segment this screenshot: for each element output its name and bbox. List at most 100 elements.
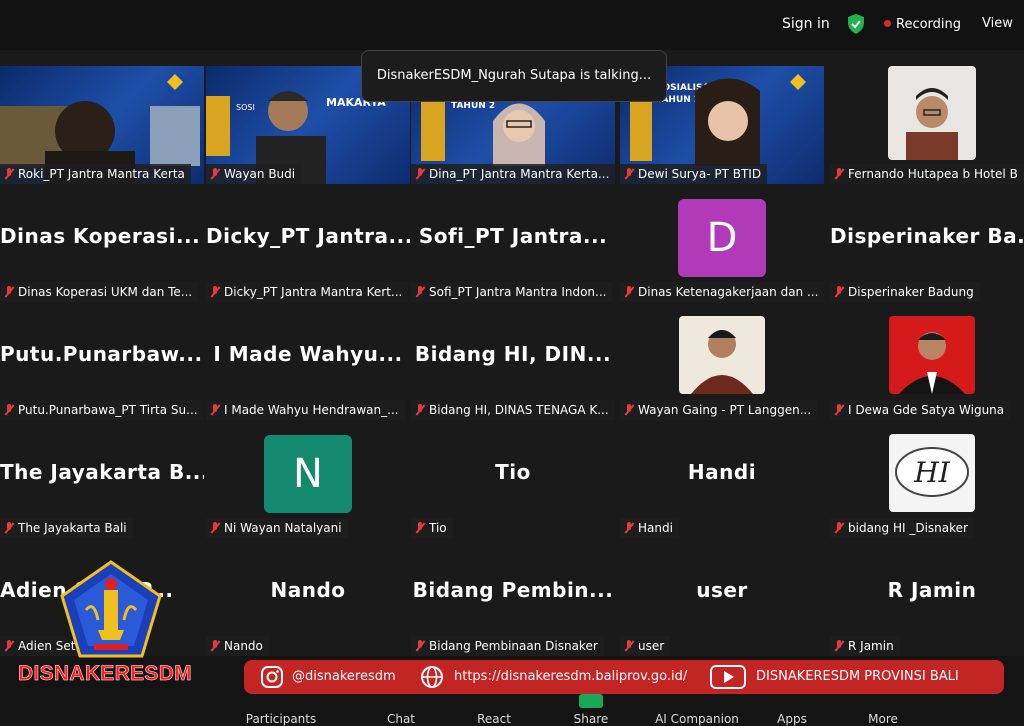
hi-logo-text: HI — [913, 456, 950, 489]
muted-mic-icon — [624, 404, 634, 415]
muted-mic-icon — [415, 404, 425, 415]
name-tag: user — [620, 636, 671, 656]
participant-photo — [889, 316, 975, 394]
participant-tile[interactable]: Wayan Gaing - PT Langgen... — [620, 302, 824, 420]
name-tag: Handi — [620, 518, 679, 538]
participant-tile[interactable]: The Jayakarta B... The Jayakarta Bali — [0, 420, 204, 538]
participant-tile[interactable]: HI bidang HI _Disnaker — [830, 420, 1024, 538]
apps-button[interactable]: Apps — [747, 712, 837, 726]
name-tag: Wayan Budi — [206, 164, 302, 184]
sign-in-button[interactable]: Sign in — [782, 16, 830, 32]
muted-mic-icon — [624, 286, 634, 297]
name-tag: Roki_PT Jantra Mantra Kerta — [0, 164, 191, 184]
participant-name-large: user — [696, 578, 748, 602]
participant-tile[interactable]: Bidang Pembin... Bidang Pembinaan Disnak… — [411, 538, 615, 656]
participant-name-large: Handi — [687, 460, 757, 484]
muted-mic-icon — [415, 286, 425, 297]
participant-name-large: Tio — [495, 460, 531, 484]
shield-check-icon[interactable] — [846, 13, 866, 35]
muted-mic-icon — [210, 404, 220, 415]
participant-tile[interactable]: Tio Tio — [411, 420, 615, 538]
muted-mic-icon — [624, 522, 634, 533]
participant-tile[interactable]: Nando Nando — [206, 538, 410, 656]
muted-mic-icon — [4, 640, 14, 651]
muted-mic-icon — [834, 286, 844, 297]
name-tag: Disperinaker Badung — [830, 282, 980, 302]
video-feed — [906, 88, 958, 160]
participant-tile[interactable]: Fernando Hutapea b Hotel B — [830, 66, 1024, 184]
participant-name-large: The Jayakarta B... — [0, 460, 204, 484]
logo-image: HI — [895, 447, 969, 497]
photo-image — [691, 330, 753, 394]
muted-mic-icon — [415, 168, 425, 179]
participant-tile[interactable]: Putu.Punarbaw... Putu.Punarbawa_PT Tirta… — [0, 302, 204, 420]
participant-photo: HI — [889, 434, 975, 512]
participant-tile[interactable]: Dicky_PT Jantra... Dicky_PT Jantra Mantr… — [206, 184, 410, 302]
chat-button[interactable]: Chat — [356, 712, 446, 726]
muted-mic-icon — [210, 286, 220, 297]
muted-mic-icon — [834, 522, 844, 533]
view-button[interactable]: View — [982, 16, 1013, 31]
svg-text:TAHUN 2: TAHUN 2 — [451, 101, 495, 111]
name-tag: Dewi Surya- PT BTID — [620, 164, 768, 184]
muted-mic-icon — [415, 522, 425, 533]
muted-mic-icon — [210, 522, 220, 533]
muted-mic-icon — [4, 168, 14, 179]
participant-tile[interactable]: user user — [620, 538, 824, 656]
instagram-handle: @disnakeresdm — [292, 669, 396, 684]
share-icon[interactable] — [579, 694, 603, 708]
muted-mic-icon — [4, 286, 14, 297]
react-button[interactable]: React — [449, 712, 539, 726]
name-tag: Bidang HI, DINAS TENAGA K... — [411, 400, 615, 420]
participant-tile[interactable]: I Made Wahyu... I Made Wahyu Hendrawan_.… — [206, 302, 410, 420]
name-tag: Putu.Punarbawa_PT Tirta Su... — [0, 400, 204, 420]
participant-tile[interactable]: I Dewa Gde Satya Wiguna — [830, 302, 1024, 420]
participant-tile[interactable]: Roki_PT Jantra Mantra Kerta — [0, 66, 204, 184]
youtube-channel: DISNAKERESDM PROVINSI BALI — [756, 669, 959, 684]
muted-mic-icon — [834, 640, 844, 651]
website-url: https://disnakeresdm.baliprov.go.id/ — [454, 669, 688, 684]
name-tag: Dinas Ketenagakerjaan dan ... — [620, 282, 824, 302]
muted-mic-icon — [624, 640, 634, 651]
more-button[interactable]: More — [838, 712, 928, 726]
muted-mic-icon — [624, 168, 634, 179]
top-bar: Sign in Recording View — [0, 0, 1024, 50]
share-button[interactable]: Share — [546, 712, 636, 726]
name-tag: Bidang Pembinaan Disnaker — [411, 636, 604, 656]
participant-name-large: Sofi_PT Jantra... — [418, 224, 608, 248]
participant-name-large: Disperinaker Ba... — [830, 224, 1024, 248]
participant-tile[interactable]: D Dinas Ketenagakerjaan dan ... — [620, 184, 824, 302]
participant-name-large: Bidang Pembin... — [412, 578, 614, 602]
participant-tile[interactable]: Bidang HI, DIN... Bidang HI, DINAS TENAG… — [411, 302, 615, 420]
participant-photo — [679, 316, 765, 394]
participants-button[interactable]: Participants — [236, 712, 326, 726]
participant-tile[interactable]: R Jamin R Jamin — [830, 538, 1024, 656]
ai-companion-button[interactable]: AI Companion — [652, 712, 742, 726]
name-tag: Ni Wayan Natalyani — [206, 518, 348, 538]
name-tag: bidang HI _Disnaker — [830, 518, 974, 538]
participant-tile[interactable]: Sofi_PT Jantra... Sofi_PT Jantra Mantra … — [411, 184, 615, 302]
participant-tile[interactable]: Dinas Koperasi... Dinas Koperasi UKM dan… — [0, 184, 204, 302]
globe-icon — [421, 666, 443, 688]
participant-tile[interactable]: Handi Handi — [620, 420, 824, 538]
active-speaker-notice: DisnakerESDM_Ngurah Sutapa is talking... — [361, 50, 667, 102]
avatar: D — [678, 199, 766, 277]
name-tag: Wayan Gaing - PT Langgen... — [620, 400, 818, 420]
name-tag: Fernando Hutapea b Hotel B — [830, 164, 1024, 184]
muted-mic-icon — [210, 640, 220, 651]
recording-indicator[interactable]: Recording — [884, 17, 961, 32]
participant-name-large: Putu.Punarbaw... — [0, 342, 203, 366]
social-banner: @disnakeresdm https://disnakeresdm.balip… — [244, 660, 1004, 694]
participant-name-large: Dicky_PT Jantra... — [206, 224, 410, 248]
participant-tile[interactable]: N Ni Wayan Natalyani — [206, 420, 410, 538]
participant-tile[interactable]: Disperinaker Ba... Disperinaker Badung — [830, 184, 1024, 302]
name-tag: Tio — [411, 518, 453, 538]
muted-mic-icon — [210, 168, 220, 179]
name-tag: Dicky_PT Jantra Mantra Kert... — [206, 282, 409, 302]
record-dot-icon — [884, 20, 891, 27]
name-tag: Dina_PT Jantra Mantra Kerta... — [411, 164, 615, 184]
photo-image — [899, 332, 965, 394]
instagram-icon — [261, 666, 283, 688]
name-tag: I Dewa Gde Satya Wiguna — [830, 400, 1011, 420]
name-tag: R Jamin — [830, 636, 900, 656]
